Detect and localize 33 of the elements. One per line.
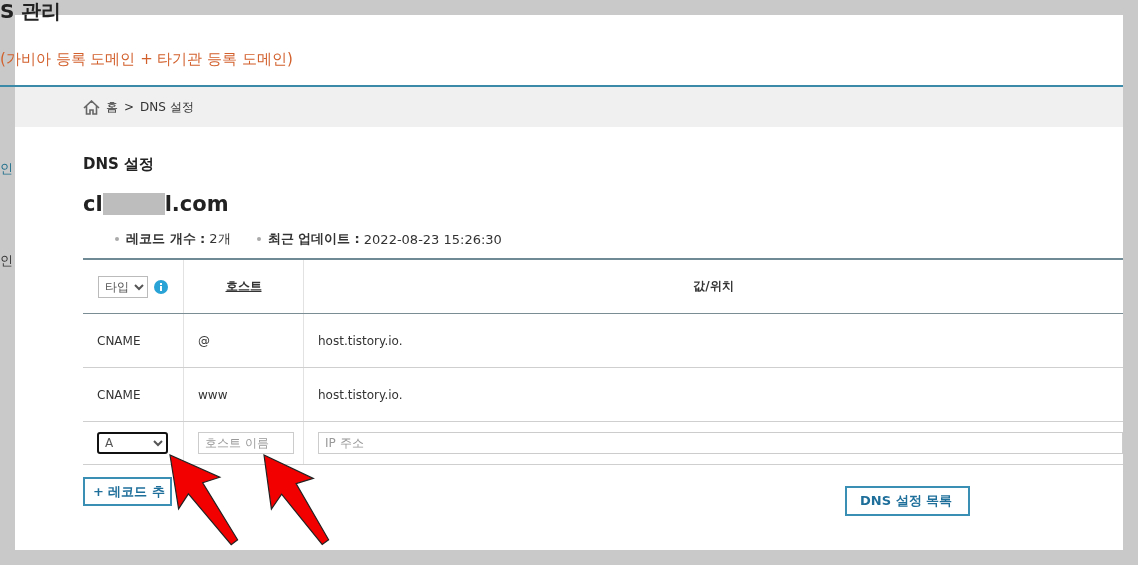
ip-input-field[interactable]: IP 주소 (318, 432, 1123, 454)
dns-list-button[interactable]: DNS 설정 목록 (845, 486, 970, 516)
column-header[interactable]: 호스트 (225, 278, 262, 295)
bullet (256, 237, 261, 241)
subtitle: (가비아 등록 도메인 + 타기관 등록 도메인) (0, 50, 293, 69)
section-title: DNS 설정 (83, 155, 156, 174)
table-cell: www (198, 387, 228, 402)
stat-value: 2022-08-23 15:26:30 (363, 231, 502, 247)
record-type-select[interactable]: A (97, 432, 168, 454)
table-cell: CNAME (97, 387, 141, 402)
breadcrumb-item[interactable]: 홈 (106, 98, 118, 116)
stat-label: 최근 업데이트 : (267, 230, 360, 248)
domain-name-start: cl (83, 192, 103, 216)
blurred-block (102, 193, 165, 215)
home-icon[interactable] (83, 99, 100, 115)
add-record-button[interactable]: + 레코드 추 (83, 477, 172, 506)
table-cell: host.tistory.io. (318, 333, 403, 348)
info-icon[interactable] (154, 279, 168, 294)
breadcrumb-item[interactable]: DNS 설정 (140, 98, 194, 116)
bullet (115, 237, 119, 241)
table-cell: @ (198, 333, 210, 348)
sidebar-item[interactable]: 인 (0, 160, 15, 178)
stat-label: 레코드 개수 : (126, 230, 206, 248)
domain-name-end: l.com (164, 192, 229, 216)
host-input-field[interactable]: 호스트 이름 (198, 432, 294, 454)
stat-value: 2개 (209, 230, 231, 248)
table-cell: host.tistory.io. (318, 387, 403, 402)
breadcrumb-separator: > (124, 100, 135, 114)
table-cell: CNAME (97, 333, 141, 348)
page-title: S 관리 (0, 0, 62, 25)
type-filter-select[interactable]: 타입 (98, 275, 148, 298)
sidebar-item[interactable]: 인 (0, 252, 15, 270)
column-header: 값/위치 (693, 278, 734, 295)
